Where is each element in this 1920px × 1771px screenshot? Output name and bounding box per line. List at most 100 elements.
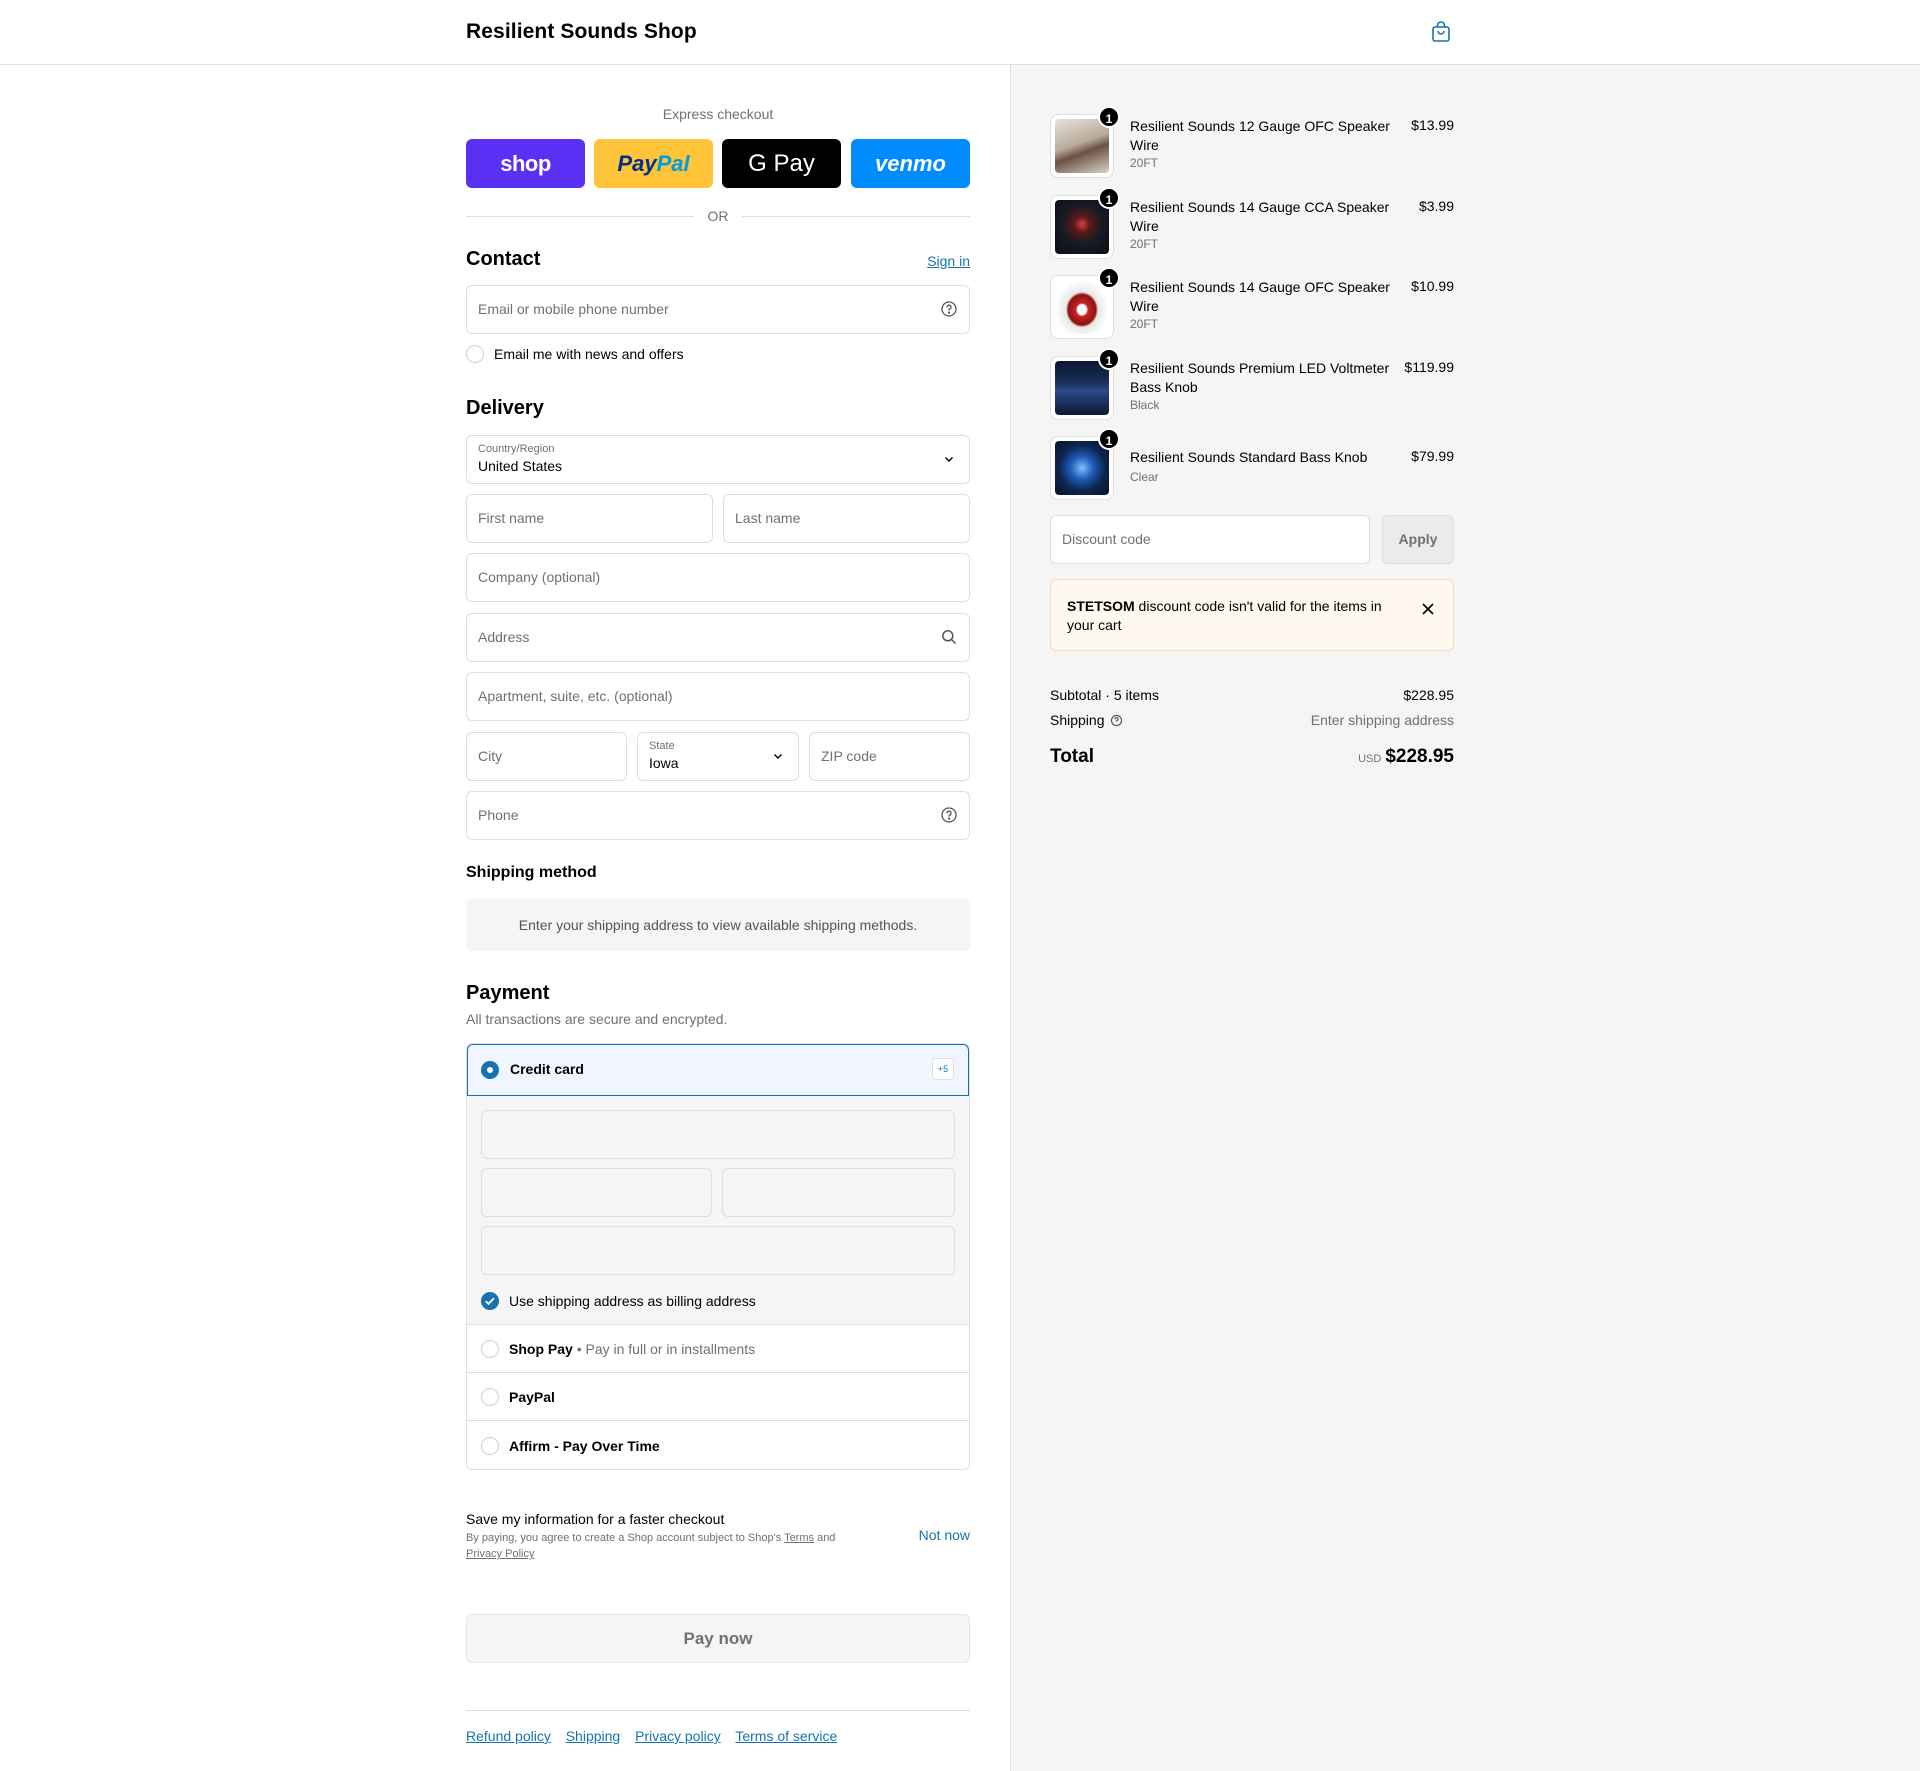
- credit-card-option[interactable]: Credit card +5: [467, 1044, 969, 1096]
- terms-of-service-link[interactable]: Terms of service: [735, 1728, 837, 1744]
- privacy-policy-link[interactable]: Privacy Policy: [466, 1548, 534, 1560]
- city-placeholder: City: [478, 748, 503, 764]
- last-name-placeholder: Last name: [735, 510, 801, 526]
- or-label: OR: [707, 208, 729, 224]
- city-field[interactable]: City: [466, 732, 627, 781]
- total-value: $228.95: [1385, 746, 1454, 767]
- newsletter-label: Email me with news and offers: [494, 346, 684, 362]
- shop-pay-label: Shop Pay: [509, 1341, 573, 1357]
- footer-divider: [466, 1710, 970, 1711]
- affirm-option[interactable]: Affirm - Pay Over Time: [467, 1421, 969, 1469]
- close-icon[interactable]: [1421, 602, 1435, 616]
- payment-heading: Payment: [466, 982, 550, 1004]
- subtotal-value: $228.95: [1403, 687, 1454, 703]
- apartment-field[interactable]: Apartment, suite, etc. (optional): [466, 672, 970, 721]
- subtotal-row: Subtotal · 5 items $228.95: [1050, 687, 1454, 703]
- search-icon: [942, 630, 957, 645]
- cart-item: 1 Resilient Sounds Standard Bass Knob Cl…: [1050, 428, 1454, 500]
- total-row: Total USD $228.95: [1050, 746, 1454, 768]
- name-on-card-field[interactable]: [481, 1226, 955, 1275]
- country-select[interactable]: Country/Region United States: [466, 435, 970, 484]
- apply-discount-button[interactable]: Apply: [1382, 515, 1454, 564]
- address-placeholder: Address: [478, 629, 530, 645]
- delivery-heading: Delivery: [466, 397, 544, 419]
- first-name-field[interactable]: First name: [466, 494, 713, 543]
- product-variant: 20FT: [1130, 317, 1159, 331]
- terms-and: and: [814, 1532, 836, 1544]
- paypal-express-button[interactable]: Pay Pal: [594, 139, 713, 188]
- email-placeholder: Email or mobile phone number: [478, 301, 669, 317]
- shop-pay-radio[interactable]: [481, 1340, 499, 1358]
- paypal-option[interactable]: PayPal: [467, 1373, 969, 1421]
- shipping-method-heading: Shipping method: [466, 864, 597, 881]
- privacy-policy-footer-link[interactable]: Privacy policy: [635, 1728, 721, 1744]
- header: Resilient Sounds Shop: [0, 0, 1920, 65]
- product-name: Resilient Sounds 14 Gauge OFC Speaker Wi…: [1130, 279, 1390, 314]
- chevron-down-icon: [774, 754, 782, 759]
- quantity-badge: 1: [1098, 348, 1120, 370]
- product-price: $3.99: [1418, 198, 1454, 214]
- security-code-field[interactable]: [722, 1168, 955, 1217]
- phone-field[interactable]: Phone: [466, 791, 970, 840]
- product-name: Resilient Sounds 12 Gauge OFC Speaker Wi…: [1130, 118, 1390, 153]
- shop-title[interactable]: Resilient Sounds Shop: [466, 20, 697, 44]
- company-field[interactable]: Company (optional): [466, 553, 970, 602]
- country-label: Country/Region: [478, 443, 555, 455]
- express-checkout-label: Express checkout: [662, 106, 774, 122]
- product-price: $79.99: [1411, 448, 1454, 464]
- discount-code-field[interactable]: Discount code: [1050, 515, 1370, 564]
- help-icon[interactable]: [940, 806, 958, 824]
- zip-field[interactable]: ZIP code: [809, 732, 970, 781]
- discount-placeholder: Discount code: [1062, 531, 1151, 547]
- subtotal-label: Subtotal · 5 items: [1050, 687, 1159, 703]
- shopping-bag-icon[interactable]: [1429, 20, 1453, 44]
- help-icon[interactable]: [940, 300, 958, 318]
- currency-code: USD: [1358, 753, 1382, 765]
- discount-error-banner: STETSOM discount code isn't valid for th…: [1050, 579, 1454, 651]
- google-pay-express-button[interactable]: G Pay: [722, 139, 841, 188]
- shipping-link[interactable]: Shipping: [566, 1728, 621, 1744]
- cart-item: 1 Resilient Sounds Premium LED Voltmeter…: [1050, 348, 1454, 420]
- shipping-value: Enter shipping address: [1310, 712, 1454, 728]
- contact-heading: Contact: [466, 248, 541, 270]
- checkbox-checked-icon[interactable]: [481, 1292, 499, 1310]
- sign-in-link[interactable]: Sign in: [927, 253, 970, 269]
- newsletter-checkbox[interactable]: [466, 345, 484, 363]
- card-number-field[interactable]: [481, 1110, 955, 1159]
- state-select[interactable]: State Iowa: [637, 732, 799, 781]
- company-placeholder: Company (optional): [478, 569, 601, 585]
- more-cards-badge[interactable]: +5: [932, 1058, 954, 1080]
- shipping-label: Shipping: [1050, 712, 1105, 728]
- credit-card-radio[interactable]: [481, 1061, 499, 1079]
- email-field[interactable]: Email or mobile phone number: [466, 285, 970, 334]
- product-variant: Black: [1130, 398, 1160, 412]
- terms-link[interactable]: Terms: [784, 1532, 814, 1544]
- help-icon[interactable]: [1110, 714, 1123, 727]
- last-name-field[interactable]: Last name: [723, 494, 970, 543]
- shop-pay-express-button[interactable]: shop: [466, 139, 585, 188]
- phone-placeholder: Phone: [478, 807, 519, 823]
- total-label: Total: [1050, 746, 1094, 767]
- first-name-placeholder: First name: [478, 510, 545, 526]
- address-field[interactable]: Address: [466, 613, 970, 662]
- zip-placeholder: ZIP code: [821, 748, 877, 764]
- paypal-logo-a: Pay: [617, 150, 657, 176]
- apartment-placeholder: Apartment, suite, etc. (optional): [478, 688, 673, 704]
- paypal-radio[interactable]: [481, 1388, 499, 1406]
- pay-now-button[interactable]: Pay now: [466, 1614, 970, 1663]
- refund-policy-link[interactable]: Refund policy: [466, 1728, 551, 1744]
- state-value: Iowa: [649, 755, 679, 771]
- venmo-express-button[interactable]: venmo: [851, 139, 970, 188]
- footer-links: Refund policy Shipping Privacy policy Te…: [466, 1728, 848, 1744]
- not-now-button[interactable]: Not now: [919, 1527, 970, 1543]
- product-variant: 20FT: [1130, 237, 1159, 251]
- affirm-radio[interactable]: [481, 1437, 499, 1455]
- shop-pay-option[interactable]: Shop Pay • Pay in full or in installment…: [467, 1325, 969, 1373]
- cart-item: 1 Resilient Sounds 14 Gauge OFC Speaker …: [1050, 267, 1454, 339]
- expiration-field[interactable]: [481, 1168, 712, 1217]
- or-divider: OR: [466, 206, 970, 226]
- product-name: Resilient Sounds 14 Gauge CCA Speaker Wi…: [1130, 199, 1390, 234]
- affirm-label: Affirm - Pay Over Time: [509, 1438, 660, 1454]
- credit-card-fields: Use shipping address as billing address: [467, 1096, 969, 1325]
- product-price: $13.99: [1411, 117, 1454, 133]
